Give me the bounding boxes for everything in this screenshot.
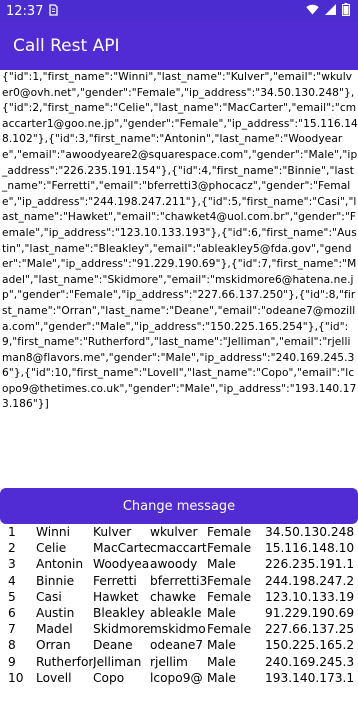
- list-item-first-name: Lovell: [36, 670, 72, 685]
- list-item-gender: Female: [207, 573, 252, 588]
- list-item-gender: Female: [207, 622, 252, 637]
- list-item-gender: Female: [207, 525, 252, 539]
- list-item-email: odeane7: [150, 638, 204, 653]
- status-bar: 12:37: [0, 0, 358, 22]
- list-item-ip-address: 91.229.190.69: [265, 605, 355, 620]
- list-item-email: cmaccart: [150, 541, 207, 556]
- list-item-ip-address: 193.140.173.1: [265, 670, 355, 685]
- list-item-ip-address: 34.50.130.248: [265, 525, 355, 539]
- list-item-gender: Male: [207, 557, 236, 572]
- wifi-icon: [306, 4, 319, 19]
- list-item-user-id: 1: [8, 525, 16, 539]
- list-item-gender: Male: [207, 605, 236, 620]
- list-item-email: wkulver: [150, 525, 198, 539]
- list-item-email: chawke: [150, 589, 196, 604]
- list-item[interactable]: 9 Rutherfor Jelliman rjellim Male 240.169.245…: [0, 654, 358, 670]
- list-item-user-id: 5: [8, 589, 16, 604]
- list-item-email: rjellim: [150, 654, 188, 669]
- list-item-last-name: Jelliman: [93, 654, 142, 669]
- page-title: Call Rest API: [13, 36, 120, 56]
- list-item-first-name: Orran: [36, 638, 71, 653]
- list-item-last-name: Bleakley: [93, 605, 145, 620]
- list-item[interactable]: 7 Madel Skidmore mskidmo Female 227.66.137.25: [0, 621, 358, 637]
- list-item-first-name: Binnie: [36, 573, 75, 588]
- change-message-button[interactable]: Change message: [0, 488, 358, 524]
- list-item-gender: Female: [207, 541, 252, 556]
- list-item-first-name: Casi: [36, 589, 62, 604]
- list-item[interactable]: 8 Orran Deane odeane7 Male 150.225.165.2: [0, 637, 358, 653]
- list-item[interactable]: 10 Lovell Copo lcopo9@ Male 193.140.173.1: [0, 670, 358, 686]
- list-item[interactable]: 3 Antonin Woodyea awoody Male 226.235.191.1: [0, 556, 358, 572]
- list-item[interactable]: 5 Casi Hawket chawke Female 123.10.133.19: [0, 589, 358, 605]
- list-item-last-name: Ferretti: [93, 573, 137, 588]
- user-list: 1 Winni Kulver wkulver Female 34.50.130.248 2 C…: [0, 524, 358, 686]
- list-item-ip-address: 244.198.247.2: [265, 573, 355, 588]
- list-item-first-name: Antonin: [36, 557, 84, 572]
- list-item-user-id: 3: [8, 557, 16, 572]
- list-item-last-name: Hawket: [93, 589, 139, 604]
- list-item-first-name: Rutherfor: [36, 654, 93, 669]
- list-item-first-name: Madel: [36, 622, 73, 637]
- list-item-first-name: Austin: [36, 605, 75, 620]
- list-item-gender: Male: [207, 638, 236, 653]
- list-item-ip-address: 226.235.191.1: [265, 557, 355, 572]
- list-item-email: lcopo9@: [150, 670, 203, 685]
- list-item-last-name: MacCarte: [93, 541, 150, 556]
- list-item-email: awoody: [150, 557, 198, 572]
- list-item-email: mskidmo: [150, 622, 206, 637]
- list-item-gender: Male: [207, 670, 236, 685]
- list-item-email: ableakle: [150, 605, 202, 620]
- list-item[interactable]: 6 Austin Bleakley ableakle Male 91.229.190.69: [0, 605, 358, 621]
- list-item-last-name: Deane: [93, 638, 133, 653]
- list-item-ip-address: 15.116.148.10: [265, 541, 355, 556]
- list-item-gender: Male: [207, 654, 236, 669]
- list-item-email: bferretti3: [150, 573, 207, 588]
- list-item-user-id: 7: [8, 622, 16, 637]
- list-item[interactable]: 1 Winni Kulver wkulver Female 34.50.130.248: [0, 524, 358, 540]
- battery-icon: [342, 2, 350, 20]
- list-item-ip-address: 150.225.165.2: [265, 638, 355, 653]
- list-item-gender: Female: [207, 589, 252, 604]
- list-item[interactable]: 2 Celie MacCarte cmaccart Female 15.116.148.1…: [0, 540, 358, 556]
- response-text: {"id":1,"first_name":"Winni","last_name"…: [2, 71, 358, 411]
- list-item[interactable]: 4 Binnie Ferretti bferretti3 Female 244.198.2…: [0, 573, 358, 589]
- list-item-user-id: 4: [8, 573, 16, 588]
- list-item-user-id: 2: [8, 541, 16, 556]
- sim-icon: [49, 3, 59, 19]
- list-item-first-name: Celie: [36, 541, 67, 556]
- list-item-last-name: Copo: [93, 670, 125, 685]
- app-bar: Call Rest API: [0, 22, 358, 70]
- list-item-user-id: 6: [8, 605, 16, 620]
- list-item-ip-address: 123.10.133.19: [265, 589, 355, 604]
- status-time: 12:37: [6, 3, 44, 19]
- signal-icon: [325, 3, 336, 19]
- list-item-last-name: Skidmore: [93, 622, 150, 637]
- list-item-ip-address: 240.169.245.3: [265, 654, 355, 669]
- list-item-user-id: 9: [8, 654, 16, 669]
- list-item-first-name: Winni: [36, 525, 71, 539]
- list-item-last-name: Kulver: [93, 525, 132, 539]
- list-item-user-id: 8: [8, 638, 16, 653]
- list-item-ip-address: 227.66.137.25: [265, 622, 355, 637]
- list-item-last-name: Woodyea: [93, 557, 150, 572]
- list-item-user-id: 10: [8, 670, 24, 685]
